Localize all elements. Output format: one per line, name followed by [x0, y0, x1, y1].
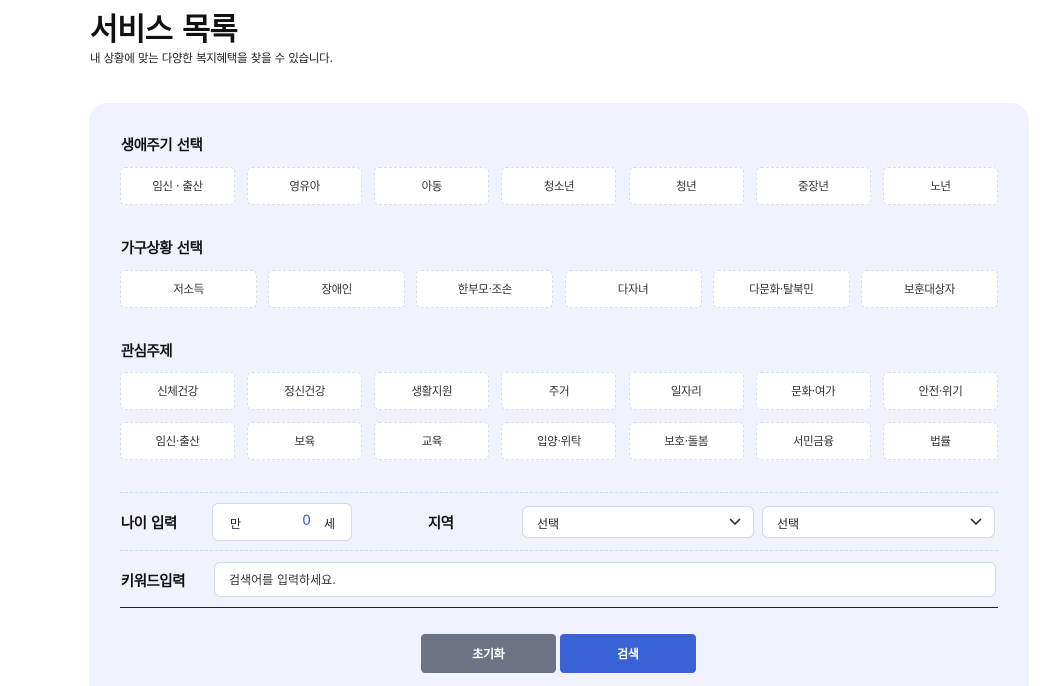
divider-middle	[120, 550, 998, 551]
chevron-down-icon	[729, 518, 741, 526]
interest-option-mental-health[interactable]: 정신건강	[247, 372, 363, 410]
interest-option-adoption-foster[interactable]: 입양·위탁	[501, 422, 617, 460]
interest-option-culture-leisure[interactable]: 문화·여가	[755, 372, 871, 410]
interest-option-living-support[interactable]: 생활지원	[374, 372, 490, 410]
region-select-province[interactable]: 선택	[522, 506, 754, 538]
interest-option-education[interactable]: 교육	[374, 422, 490, 460]
age-input[interactable]: 만 0 세	[212, 503, 352, 541]
interest-option-childcare[interactable]: 보육	[247, 422, 363, 460]
reset-button[interactable]: 초기화	[421, 634, 556, 673]
interest-option-finance[interactable]: 서민금융	[755, 422, 871, 460]
interest-option-physical-health[interactable]: 신체건강	[120, 372, 235, 410]
household-section-title: 가구상황 선택	[121, 241, 203, 257]
lifecycle-options: 임신 · 출산 영유아 아동 청소년 청년 중장년 노년	[120, 167, 998, 205]
household-option-disabled[interactable]: 장애인	[268, 270, 406, 308]
page-subtitle: 내 상황에 맞는 다양한 복지혜택을 찾을 수 있습니다.	[90, 51, 333, 65]
search-button[interactable]: 검색	[560, 634, 696, 673]
interest-option-pregnancy[interactable]: 임신·출산	[120, 422, 235, 460]
household-option-multicultural[interactable]: 다문화·탈북민	[712, 270, 850, 308]
interest-option-legal[interactable]: 법률	[882, 422, 998, 460]
interest-option-safety-crisis[interactable]: 안전·위기	[882, 372, 998, 410]
region-select-city-value: 선택	[777, 517, 800, 531]
chevron-down-icon	[970, 518, 982, 526]
household-options: 저소득 장애인 한부모·조손 다자녀 다문화·탈북민 보훈대상자	[120, 270, 998, 308]
lifecycle-option-youth[interactable]: 청년	[628, 167, 744, 205]
lifecycle-option-teen[interactable]: 청소년	[501, 167, 617, 205]
interest-options-row-1: 신체건강 정신건강 생활지원 주거 일자리 문화·여가 안전·위기	[120, 372, 998, 410]
keyword-label: 키워드입력	[121, 574, 186, 590]
lifecycle-option-child[interactable]: 아동	[374, 167, 490, 205]
region-label: 지역	[428, 516, 454, 532]
household-option-veteran[interactable]: 보훈대상자	[860, 270, 998, 308]
lifecycle-section-title: 생애주기 선택	[121, 138, 203, 154]
age-label: 나이 입력	[121, 516, 177, 532]
household-option-multi-child[interactable]: 다자녀	[564, 270, 702, 308]
lifecycle-option-senior[interactable]: 노년	[882, 167, 998, 205]
lifecycle-option-pregnancy[interactable]: 임신 · 출산	[120, 167, 235, 205]
divider-top	[120, 492, 998, 493]
lifecycle-option-infant[interactable]: 영유아	[247, 167, 363, 205]
age-prefix: 만	[230, 517, 242, 531]
lifecycle-option-middle-age[interactable]: 중장년	[755, 167, 871, 205]
household-option-single-parent[interactable]: 한부모·조손	[416, 270, 554, 308]
interest-options-row-2: 임신·출산 보육 교육 입양·위탁 보호·돌봄 서민금융 법률	[120, 422, 998, 460]
region-select-city[interactable]: 선택	[762, 506, 995, 538]
divider-bottom	[120, 607, 998, 608]
interest-option-housing[interactable]: 주거	[501, 372, 617, 410]
interest-option-care[interactable]: 보호·돌봄	[628, 422, 744, 460]
age-value[interactable]: 0	[302, 513, 311, 529]
interest-option-jobs[interactable]: 일자리	[628, 372, 744, 410]
region-select-province-value: 선택	[537, 517, 560, 531]
interest-section-title: 관심주제	[121, 344, 173, 360]
household-option-low-income[interactable]: 저소득	[120, 270, 257, 308]
page-title: 서비스 목록	[90, 12, 238, 48]
keyword-input[interactable]	[214, 562, 996, 597]
age-suffix: 세	[323, 517, 335, 531]
